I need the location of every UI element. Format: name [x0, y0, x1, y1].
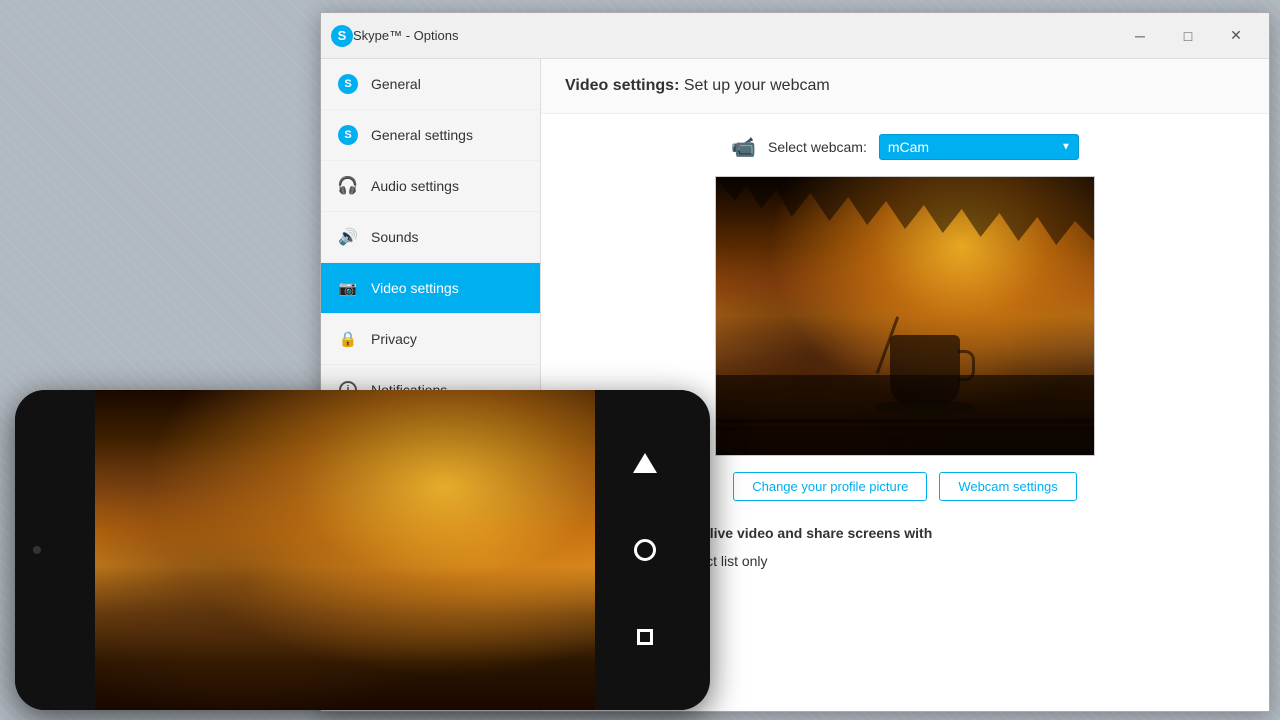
close-button[interactable]: ✕: [1213, 20, 1259, 52]
phone-left-dot: [33, 546, 41, 554]
phone-left-edge: [15, 390, 95, 710]
webcam-select-label: Select webcam:: [768, 139, 867, 155]
phone-screen: [95, 390, 595, 710]
titlebar-controls: ─ □ ✕: [1117, 20, 1259, 52]
sidebar-item-sounds[interactable]: 🔊 Sounds: [321, 212, 540, 263]
sidebar-item-audio-settings[interactable]: 🎧 Audio settings: [321, 161, 540, 212]
maximize-button[interactable]: □: [1165, 20, 1211, 52]
sidebar-item-privacy[interactable]: 🔒 Privacy: [321, 314, 540, 365]
preview-trees: [716, 177, 1094, 257]
phone-up-button[interactable]: [631, 449, 659, 477]
panel-title: Video settings: Set up your webcam: [565, 77, 1245, 95]
sidebar-label-general: General: [371, 76, 421, 92]
phone-overlay: [15, 390, 710, 720]
phone-screen-image: [95, 390, 595, 710]
panel-title-subtitle: Set up your webcam: [684, 77, 830, 94]
preview-cup: [890, 335, 960, 405]
phone-body: [15, 390, 710, 710]
phone-stop-button[interactable]: [631, 623, 659, 651]
sidebar-label-sounds: Sounds: [371, 229, 418, 245]
webcam-preview: [715, 176, 1095, 456]
live-video-emphasis: live video and share screens with: [710, 525, 933, 541]
lock-icon: 🔒: [337, 328, 359, 350]
webcam-preview-image: [716, 177, 1094, 455]
panel-title-label: Video settings:: [565, 77, 679, 94]
sidebar-item-general[interactable]: S General: [321, 59, 540, 110]
webcam-select-wrapper: mCam Default Webcam No webcam: [879, 134, 1079, 160]
sound-icon: 🔊: [337, 226, 359, 248]
skype-settings-icon: S: [337, 124, 359, 146]
phone-controls: [595, 390, 695, 710]
preview-railing-2: [716, 427, 1094, 430]
sidebar-label-general-settings: General settings: [371, 127, 473, 143]
titlebar: S Skype™ - Options ─ □ ✕: [321, 13, 1269, 59]
headphone-icon: 🎧: [337, 175, 359, 197]
window-title: Skype™ - Options: [353, 28, 1117, 43]
skype-logo-icon: S: [331, 25, 353, 47]
change-profile-picture-button[interactable]: Change your profile picture: [733, 472, 927, 501]
sidebar-label-privacy: Privacy: [371, 331, 417, 347]
sidebar-item-video-settings[interactable]: 📷 Video settings: [321, 263, 540, 314]
video-icon: 📷: [337, 277, 359, 299]
webcam-selector-row: 📹 Select webcam: mCam Default Webcam No …: [565, 134, 1245, 160]
triangle-up-icon: [633, 453, 657, 473]
preview-cup-container: [875, 335, 975, 415]
panel-header: Video settings: Set up your webcam: [541, 59, 1269, 114]
minimize-button[interactable]: ─: [1117, 20, 1163, 52]
skype-general-icon: S: [337, 73, 359, 95]
sidebar-label-audio-settings: Audio settings: [371, 178, 459, 194]
webcam-select[interactable]: mCam Default Webcam No webcam: [879, 134, 1079, 160]
square-icon: [637, 629, 653, 645]
preview-railing: [716, 419, 1094, 423]
phone-record-button[interactable]: [631, 536, 659, 564]
circle-icon: [634, 539, 656, 561]
webcam-settings-button[interactable]: Webcam settings: [939, 472, 1076, 501]
sidebar-label-video-settings: Video settings: [371, 280, 459, 296]
webcam-device-icon: 📹: [731, 135, 756, 160]
sidebar-item-general-settings[interactable]: S General settings: [321, 110, 540, 161]
